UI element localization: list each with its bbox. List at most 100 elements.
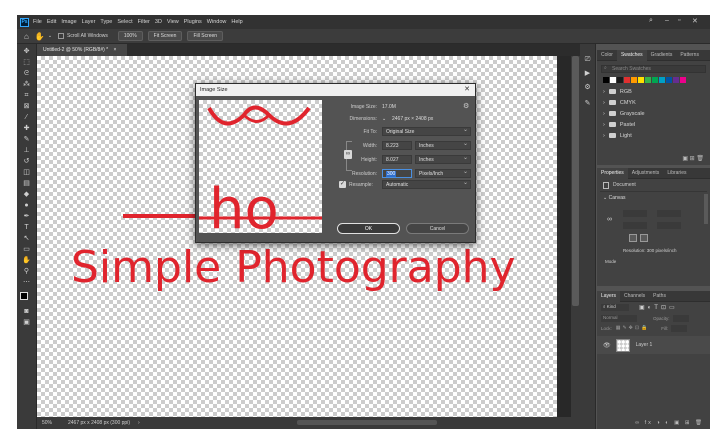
- swatch-search-input[interactable]: ⌕ Search Swatches: [601, 65, 706, 73]
- menu-edit[interactable]: Edit: [47, 19, 56, 25]
- layer-name[interactable]: Layer 1: [636, 342, 653, 348]
- play-actions-icon[interactable]: ▶: [583, 70, 592, 78]
- quick-select-tool-icon[interactable]: ⁂: [22, 81, 31, 89]
- tab-patterns[interactable]: Patterns: [676, 52, 703, 58]
- tab-layers[interactable]: Layers: [597, 290, 621, 302]
- lasso-tool-icon[interactable]: ᘓ: [22, 70, 31, 78]
- close-tab-icon[interactable]: ×: [114, 47, 117, 53]
- zoom-level[interactable]: 50%: [42, 420, 60, 426]
- resample-checkbox[interactable]: ✓: [339, 181, 346, 188]
- tab-channels[interactable]: Channels: [620, 293, 649, 299]
- blend-mode-select[interactable]: Normal: [601, 314, 637, 322]
- chevron-right-icon[interactable]: ›: [138, 420, 140, 426]
- layer-actions-icons[interactable]: ∞ fx ◑ ◐ ▣ ⊞ 🗑: [635, 420, 704, 426]
- hand-tool-icon[interactable]: ✋: [35, 32, 45, 41]
- kind-filter-select[interactable]: ⌕ Kind: [601, 304, 629, 311]
- height-unit-select[interactable]: Inches: [415, 155, 471, 164]
- tab-paths[interactable]: Paths: [649, 293, 670, 299]
- menu-filter[interactable]: Filter: [138, 19, 150, 25]
- menu-layer[interactable]: Layer: [82, 19, 96, 25]
- dimensions-chevron-icon[interactable]: ⌄: [382, 116, 386, 122]
- menu-3d[interactable]: 3D: [155, 19, 162, 25]
- layer-row[interactable]: 👁 Layer 1: [597, 336, 710, 354]
- gradient-tool-icon[interactable]: ▤: [22, 180, 31, 188]
- path-select-tool-icon[interactable]: ↖: [22, 235, 31, 243]
- ok-button[interactable]: OK: [337, 223, 400, 234]
- type-tool-icon[interactable]: T: [22, 224, 31, 232]
- marquee-tool-icon[interactable]: ⬚: [22, 59, 31, 67]
- chevron-down-icon[interactable]: ⌄: [48, 33, 52, 39]
- color-swatch[interactable]: [631, 77, 637, 83]
- canvas-x-field[interactable]: [657, 210, 681, 217]
- swatch-folder-rgb[interactable]: › RGB: [597, 86, 710, 97]
- canvas-height-field[interactable]: [623, 222, 647, 229]
- tab-gradients[interactable]: Gradients: [647, 52, 677, 58]
- healing-tool-icon[interactable]: ✚: [22, 125, 31, 133]
- close-icon[interactable]: ✕: [692, 17, 698, 25]
- tab-properties[interactable]: Properties: [597, 167, 628, 179]
- maximize-icon[interactable]: ▫: [678, 17, 680, 24]
- more-tools-icon[interactable]: ⋯: [22, 279, 31, 287]
- menu-help[interactable]: Help: [231, 19, 242, 25]
- color-swatch[interactable]: [638, 77, 644, 83]
- color-swatch[interactable]: [624, 77, 630, 83]
- foreground-color-swatch[interactable]: [20, 292, 28, 300]
- new-swatch-icon[interactable]: ▣ ⊞ 🗑: [682, 155, 704, 162]
- stamp-tool-icon[interactable]: ⊥: [22, 147, 31, 155]
- eyedropper-tool-icon[interactable]: ⁄: [22, 114, 31, 122]
- canvas-section-title[interactable]: ⌄ Canvas: [597, 192, 710, 204]
- lock-icons[interactable]: ▦✎✥⊡🔒: [616, 325, 650, 331]
- close-icon[interactable]: ✕: [464, 84, 470, 96]
- eye-icon[interactable]: 👁: [603, 342, 611, 349]
- shape-tool-icon[interactable]: ▭: [22, 246, 31, 254]
- quick-mask-icon[interactable]: ◙: [22, 308, 31, 316]
- width-input[interactable]: 8.223: [382, 141, 412, 150]
- landscape-icon[interactable]: [640, 234, 648, 242]
- color-swatch[interactable]: [673, 77, 679, 83]
- tab-libraries[interactable]: Libraries: [663, 170, 690, 176]
- brush-tool-icon[interactable]: ✎: [22, 136, 31, 144]
- hand-tool-icon[interactable]: ✋: [22, 257, 31, 265]
- tab-swatches[interactable]: Swatches: [616, 49, 647, 61]
- layer-filter-icons[interactable]: ▣◐T⊡▭: [639, 304, 678, 311]
- width-unit-select[interactable]: Inches: [415, 141, 471, 150]
- menu-image[interactable]: Image: [61, 19, 76, 25]
- link-icon[interactable]: ∞: [607, 216, 612, 223]
- menu-type[interactable]: Type: [100, 19, 112, 25]
- resolution-input[interactable]: 300: [382, 169, 412, 178]
- height-input[interactable]: 8.027: [382, 155, 412, 164]
- menu-file[interactable]: File: [33, 19, 42, 25]
- canvas-width-field[interactable]: [623, 210, 647, 217]
- fit-to-select[interactable]: Original Size: [382, 127, 471, 136]
- adjust-icon[interactable]: ⚙: [583, 84, 592, 92]
- color-swatch[interactable]: [645, 77, 651, 83]
- canvas-y-field[interactable]: [657, 222, 681, 229]
- tab-adjustments[interactable]: Adjustments: [628, 170, 664, 176]
- menu-view[interactable]: View: [167, 19, 179, 25]
- color-swatch[interactable]: [617, 77, 623, 83]
- swatch-folder-pastel[interactable]: › Pastel: [597, 119, 710, 130]
- menu-plugins[interactable]: Plugins: [184, 19, 202, 25]
- eraser-tool-icon[interactable]: ◫: [22, 169, 31, 177]
- color-swatch[interactable]: [666, 77, 672, 83]
- swatch-folder-light[interactable]: › Light: [597, 130, 710, 141]
- image-preview[interactable]: ho: [199, 100, 322, 233]
- screen-mode-icon[interactable]: ▣: [22, 319, 31, 327]
- minimize-icon[interactable]: –: [665, 17, 669, 24]
- color-swatch[interactable]: [610, 77, 616, 83]
- fill-field[interactable]: [671, 324, 688, 332]
- color-swatch[interactable]: [680, 77, 686, 83]
- tab-color[interactable]: Color: [597, 52, 617, 58]
- color-swatch[interactable]: [659, 77, 665, 83]
- fill-screen-button[interactable]: Fill Screen: [187, 31, 224, 41]
- properties-scrollbar[interactable]: [704, 194, 708, 224]
- cancel-button[interactable]: Cancel: [406, 223, 469, 234]
- scrollbar-thumb[interactable]: [572, 56, 579, 306]
- blur-tool-icon[interactable]: ◆: [22, 191, 31, 199]
- fit-screen-button[interactable]: Fit Screen: [147, 31, 183, 41]
- scroll-all-checkbox[interactable]: [58, 33, 65, 39]
- zoom-100-button[interactable]: 100%: [117, 31, 143, 41]
- history-icon[interactable]: ⎚: [583, 56, 592, 64]
- dodge-tool-icon[interactable]: ●: [22, 202, 31, 210]
- settings-gear-icon[interactable]: ⚙: [463, 102, 469, 110]
